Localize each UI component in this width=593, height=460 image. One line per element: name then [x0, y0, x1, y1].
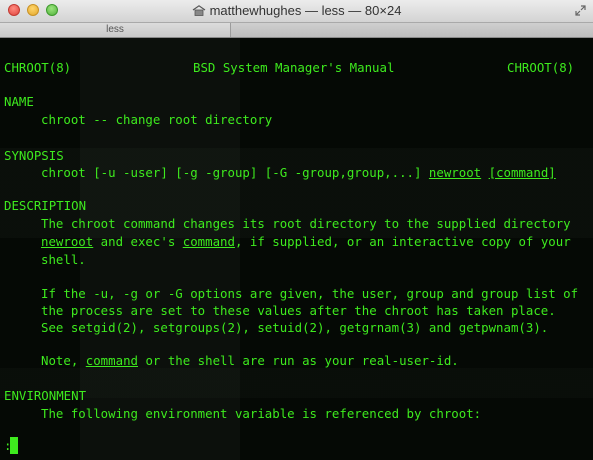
terminal-window: matthewhughes — less — 80×24 less CHROOT… [0, 0, 593, 460]
name-text: chroot -- change root directory [41, 112, 273, 127]
desc-command: command [182, 234, 235, 249]
window-title: matthewhughes — less — 80×24 [0, 3, 593, 18]
terminal-content[interactable]: CHROOT(8) BSD System Manager's Manual CH… [0, 38, 593, 460]
section-heading-environment: ENVIRONMENT [4, 388, 87, 403]
manpage-header-right: CHROOT(8) [507, 60, 575, 75]
section-heading-name: NAME [4, 94, 34, 109]
desc-note-command: command [85, 353, 138, 368]
manpage-header-left: CHROOT(8) [4, 60, 72, 75]
fullscreen-icon[interactable] [574, 4, 587, 17]
description-line-3: shell. [41, 252, 86, 267]
home-folder-icon [192, 5, 205, 16]
description-line-6: See setgid(2), setgroups(2), setuid(2), … [41, 320, 549, 335]
text-cursor [10, 437, 18, 454]
synopsis-newroot: newroot [428, 165, 482, 180]
window-title-text: matthewhughes — less — 80×24 [209, 3, 402, 18]
manpage-header-center: BSD System Manager's Manual [193, 60, 395, 75]
synopsis-prefix: chroot [-u -user] [-g -group] [-G -group… [41, 165, 429, 180]
title-bar[interactable]: matthewhughes — less — 80×24 [0, 0, 593, 23]
desc-newroot: newroot [41, 234, 94, 249]
desc-note-rest: or the shell are run as your real-user-i… [137, 353, 459, 368]
description-line-1: The chroot command changes its root dire… [41, 216, 571, 231]
desc-note: Note, [41, 353, 86, 368]
synopsis-sep [481, 165, 488, 180]
desc-if-supplied: , if supplied, or an interactive copy of… [234, 234, 571, 249]
environment-text: The following environment variable is re… [41, 406, 482, 421]
tab-bar: less [0, 23, 593, 38]
desc-and-exec: and exec's [93, 234, 183, 249]
description-line-7: Note, command or the shell are run as yo… [41, 351, 459, 371]
synopsis-line: chroot [-u -user] [-g -group] [-G -group… [41, 163, 556, 183]
synopsis-command: [command] [488, 165, 556, 180]
description-line-2: newroot and exec's command, if supplied,… [41, 232, 571, 252]
tab-less[interactable]: less [0, 23, 231, 37]
section-heading-description: DESCRIPTION [4, 198, 87, 213]
